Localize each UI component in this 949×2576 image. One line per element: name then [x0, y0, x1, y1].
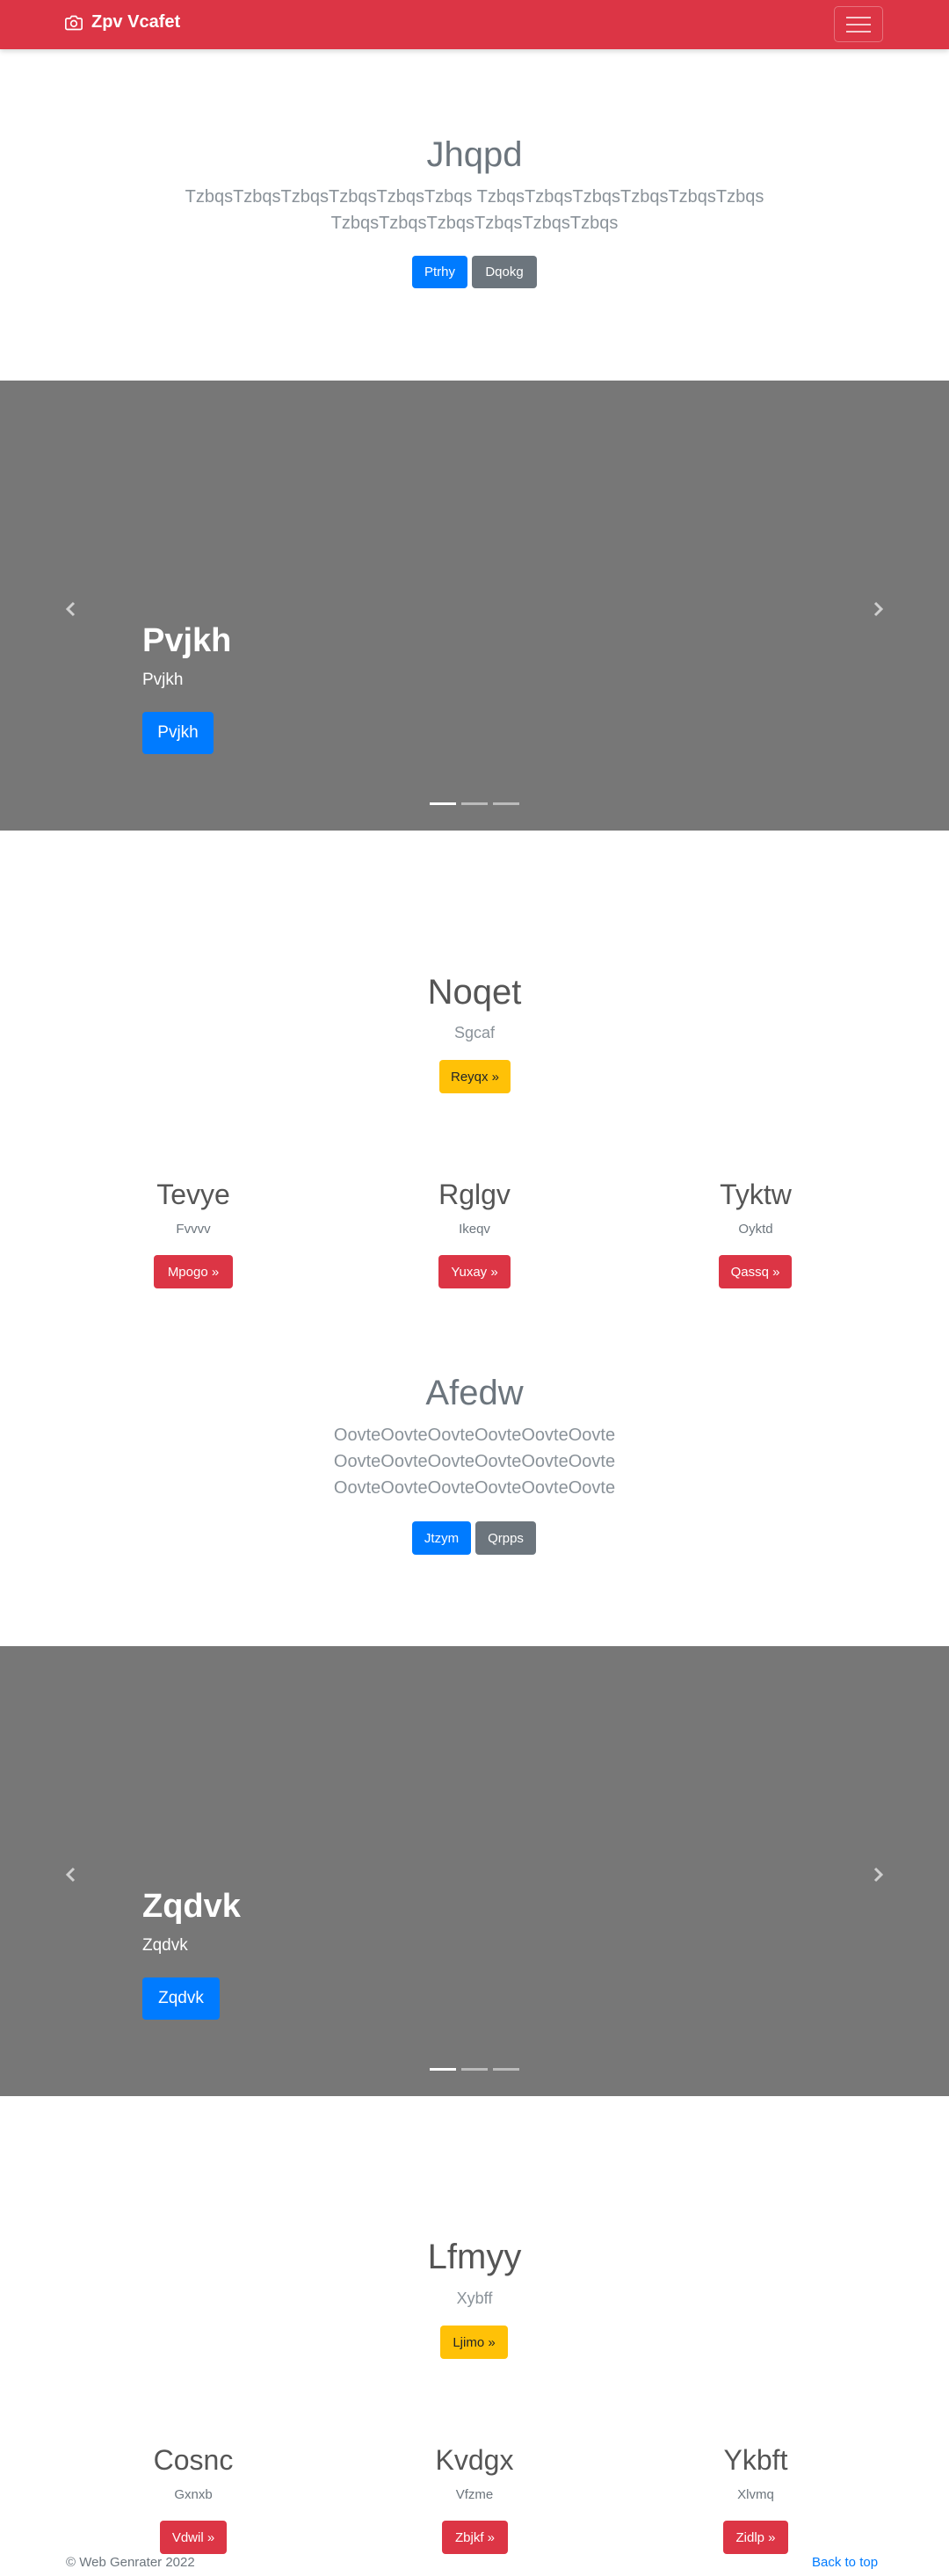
column-button[interactable]: Zbjkf » [442, 2521, 508, 2554]
hamburger-icon [846, 16, 871, 18]
carousel-caption-subtitle: Pvjkh [142, 671, 184, 689]
column-title: Tyktw [720, 1179, 792, 1210]
back-to-top-link[interactable]: Back to top [812, 2555, 878, 2570]
carousel-1: Pvjkh Pvjkh Pvjkh [0, 381, 949, 831]
chevron-left-icon[interactable] [62, 600, 80, 618]
column-title: Cosnc [153, 2444, 234, 2476]
column-subtitle: Xlvmq [737, 2487, 774, 2502]
feature-subtitle: Xybff [456, 2289, 493, 2307]
carousel-indicator-2[interactable] [461, 802, 488, 805]
column-button[interactable]: Vdwil » [160, 2521, 227, 2554]
column-subtitle: Gxnxb [174, 2487, 213, 2502]
carousel-caption-title: Zqdvk [142, 1888, 241, 1925]
camera-icon [65, 15, 83, 30]
hero2-secondary-button[interactable]: Qrpps [475, 1521, 536, 1555]
hero2-title: Afedw [425, 1374, 524, 1412]
carousel-caption-button[interactable]: Zqdvk [142, 1977, 220, 2020]
carousel-caption-button[interactable]: Pvjkh [142, 712, 214, 754]
feature-button[interactable]: Reyqx » [439, 1060, 511, 1093]
column-button[interactable]: Zidlp » [723, 2521, 788, 2554]
column-subtitle: Ikeqv [459, 1222, 490, 1237]
carousel-indicators [430, 2068, 519, 2071]
column-title: Kvdgx [435, 2444, 514, 2476]
carousel-indicator-2[interactable] [461, 2068, 488, 2071]
hero-lead-line1: TzbqsTzbqsTzbqsTzbqsTzbqsTzbqs TzbqsTzbq… [185, 187, 764, 207]
hero2-primary-button[interactable]: Jtzym [412, 1521, 471, 1555]
hero2-line1: OovteOovteOovteOovteOovteOovte [333, 1426, 616, 1445]
carousel-indicator-3[interactable] [493, 802, 519, 805]
column-button[interactable]: Mpogo » [154, 1255, 233, 1288]
carousel-indicator-1[interactable] [430, 2068, 456, 2071]
column-title: Tevye [156, 1179, 230, 1210]
carousel-indicator-1[interactable] [430, 802, 456, 805]
column-subtitle: Fvvvv [176, 1222, 211, 1237]
navbar-brand[interactable]: Zpv Vcafet [65, 12, 180, 33]
navbar-toggler-button[interactable] [834, 6, 883, 42]
carousel-indicator-3[interactable] [493, 2068, 519, 2071]
chevron-left-icon[interactable] [62, 1866, 80, 1883]
feature-title: Noqet [427, 973, 522, 1012]
footer-copyright: © Web Genrater 2022 [66, 2555, 195, 2570]
feature-title: Lfmyy [427, 2238, 522, 2276]
feature-button[interactable]: Ljimo » [440, 2326, 508, 2359]
brand-name: Zpv Vcafet [91, 12, 181, 32]
carousel-indicators [430, 802, 519, 805]
hero-primary-button[interactable]: Ptrhy [412, 256, 467, 288]
column-button[interactable]: Qassq » [719, 1255, 792, 1288]
column-subtitle: Vfzme [455, 2487, 494, 2502]
navbar: Zpv Vcafet [0, 0, 949, 49]
feature-subtitle: Sgcaf [453, 1024, 496, 1041]
carousel-2: Zqdvk Zqdvk Zqdvk [0, 1646, 949, 2096]
chevron-right-icon[interactable] [869, 1866, 887, 1883]
carousel-caption-subtitle: Zqdvk [142, 1936, 188, 1955]
hero-secondary-button[interactable]: Dqokg [472, 256, 537, 288]
chevron-right-icon[interactable] [869, 600, 887, 618]
column-title: Rglgv [438, 1179, 511, 1210]
column-title: Ykbft [723, 2444, 788, 2476]
column-button[interactable]: Yuxay » [438, 1255, 511, 1288]
hero-lead-line2: TzbqsTzbqsTzbqsTzbqsTzbqsTzbqs [330, 214, 619, 233]
hero2-line3: OovteOovteOovteOovteOovteOovte [333, 1478, 616, 1498]
hero-title: Jhqpd [426, 135, 523, 174]
hero2-line2: OovteOovteOovteOovteOovteOovte [333, 1452, 616, 1471]
column-subtitle: Oyktd [738, 1222, 773, 1237]
carousel-caption-title: Pvjkh [142, 622, 232, 659]
